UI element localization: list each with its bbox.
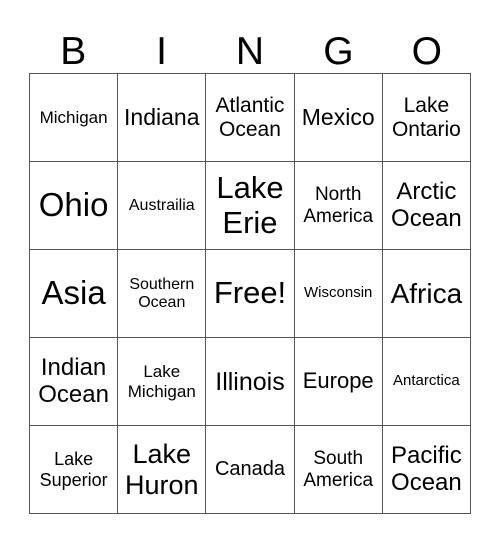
cell-label: Indian Ocean [38, 353, 109, 408]
header-letter-b: B [60, 30, 87, 73]
bingo-cell[interactable]: Wisconsin [294, 250, 383, 338]
cell-label: Atlantic Ocean [215, 93, 285, 141]
cell-label: Austrailia [128, 196, 195, 214]
cell-label: South America [303, 448, 374, 491]
bingo-cell[interactable]: Southern Ocean [118, 250, 207, 338]
cell-label: Lake Huron [125, 439, 199, 500]
cell-label: Lake Erie [216, 169, 284, 240]
cell-label: Africa [390, 277, 463, 309]
free-space-cell[interactable]: Free! [206, 250, 295, 338]
cell-label: Ohio [38, 186, 109, 224]
bingo-cell[interactable]: Pacific Ocean [382, 426, 471, 514]
bingo-cell[interactable]: Antarctica [382, 338, 471, 426]
bingo-cell[interactable]: Austrailia [118, 162, 207, 250]
bingo-cell[interactable]: Indian Ocean [30, 338, 119, 426]
bingo-cell[interactable]: Asia [30, 250, 119, 338]
bingo-cell[interactable]: Europe [294, 338, 383, 426]
bingo-cell[interactable]: Lake Erie [206, 162, 295, 250]
bingo-cell[interactable]: Lake Superior [30, 426, 119, 514]
bingo-grid: Michigan Indiana Atlantic Ocean Mexico Lake … [29, 73, 471, 514]
bingo-cell[interactable]: Mexico [294, 74, 383, 162]
bingo-cell[interactable]: Indiana [118, 74, 207, 162]
header-letter-i: I [156, 30, 167, 73]
header-letter-o: O [411, 30, 442, 73]
cell-label: Arctic Ocean [391, 177, 462, 232]
bingo-cell[interactable]: Lake Michigan [118, 338, 207, 426]
bingo-cell[interactable]: Lake Ontario [382, 74, 471, 162]
cell-label: Michigan [39, 107, 108, 127]
header-letter-g: G [323, 30, 354, 73]
cell-label: Asia [41, 274, 106, 312]
cell-label: Illinois [215, 367, 285, 396]
cell-label: Pacific Ocean [391, 441, 462, 496]
bingo-cell[interactable]: Michigan [30, 74, 119, 162]
bingo-cell[interactable]: Ohio [30, 162, 119, 250]
cell-label: Mexico [301, 103, 375, 130]
cell-label: Lake Michigan [127, 362, 196, 401]
bingo-cell[interactable]: Africa [382, 250, 471, 338]
cell-label: Europe [302, 368, 374, 394]
cell-label: Lake Ontario [391, 93, 461, 141]
cell-label: Free! [213, 275, 287, 311]
bingo-cell[interactable]: North America [294, 162, 383, 250]
cell-label: Canada [214, 458, 286, 481]
bingo-cell[interactable]: Illinois [206, 338, 295, 426]
cell-label: Indiana [124, 103, 200, 130]
cell-label: Wisconsin [304, 284, 373, 302]
bingo-cell[interactable]: Atlantic Ocean [206, 74, 295, 162]
bingo-header: B I N G O [29, 30, 471, 73]
bingo-cell[interactable]: South America [294, 426, 383, 514]
bingo-cell[interactable]: Arctic Ocean [382, 162, 471, 250]
bingo-cell[interactable]: Canada [206, 426, 295, 514]
bingo-cell[interactable]: Lake Huron [118, 426, 207, 514]
cell-label: Lake Superior [39, 449, 108, 490]
cell-label: Southern Ocean [129, 275, 195, 311]
cell-label: Antarctica [393, 372, 460, 390]
header-letter-n: N [235, 30, 265, 73]
cell-label: North America [303, 184, 374, 227]
